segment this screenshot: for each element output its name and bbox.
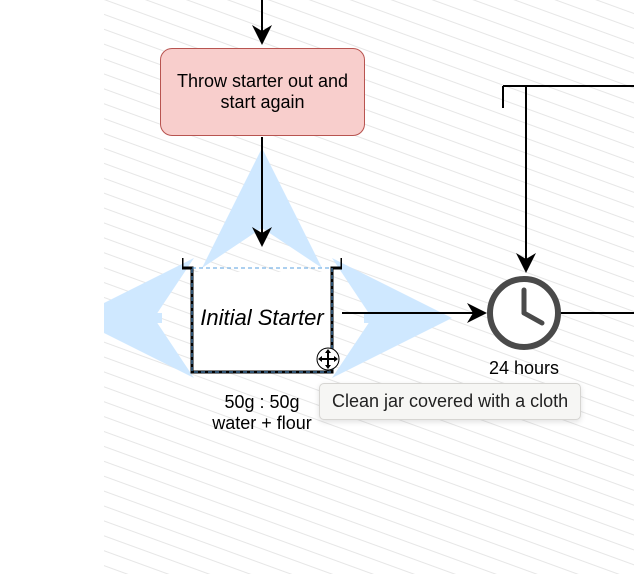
node-initial-starter-label: Initial Starter: [200, 305, 324, 331]
diagram-canvas[interactable]: Throw starter out and start again Initia…: [104, 0, 634, 574]
tooltip: Clean jar covered with a cloth: [319, 383, 581, 420]
move-handle-icon[interactable]: [316, 347, 340, 371]
node-clock[interactable]: [490, 279, 558, 347]
caption-clock: 24 hours: [434, 358, 614, 379]
left-sidebar-panel: [0, 0, 104, 574]
